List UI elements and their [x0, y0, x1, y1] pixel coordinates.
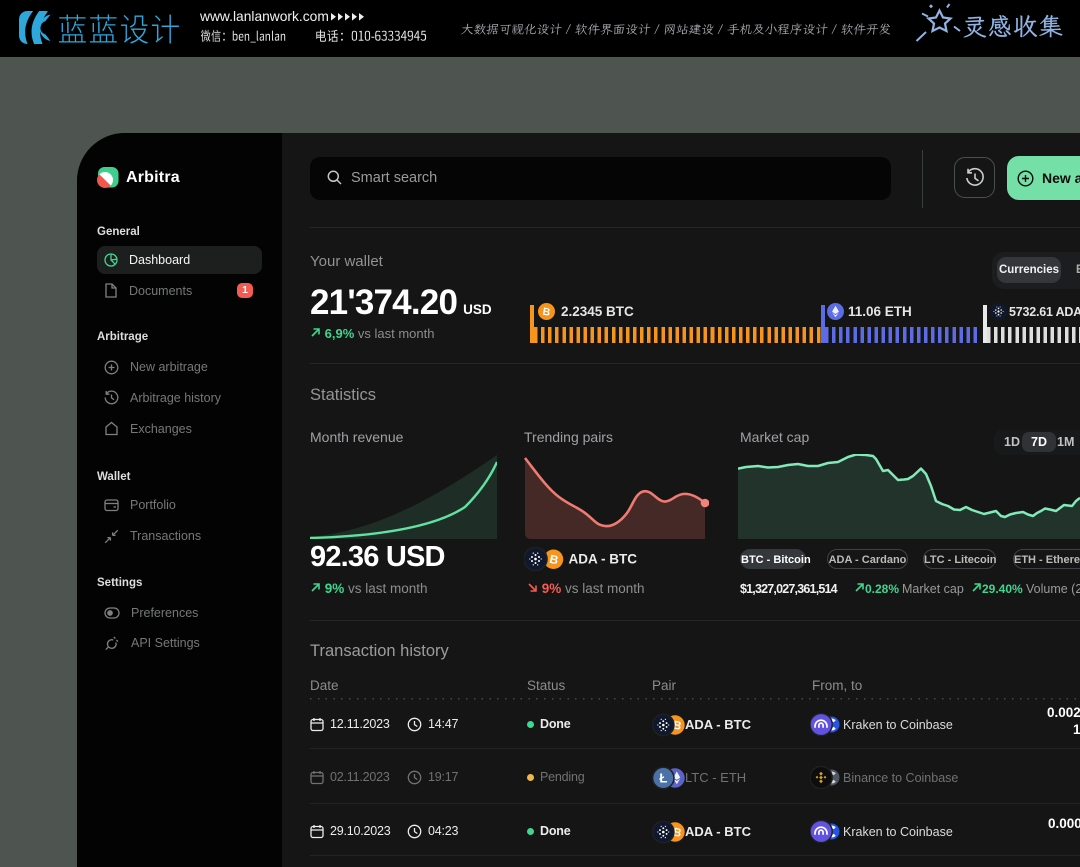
svg-text:Ł: Ł [659, 770, 667, 785]
